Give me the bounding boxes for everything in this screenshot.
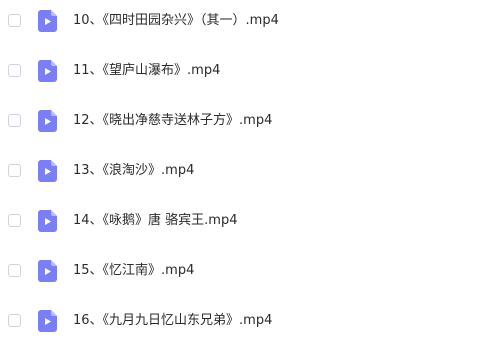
- file-name[interactable]: 10、《四时田园杂兴》（其一）.mp4: [73, 11, 279, 31]
- list-item[interactable]: 16、《九月九日忆山东兄弟》.mp4: [0, 297, 486, 347]
- row-checkbox[interactable]: [8, 314, 21, 327]
- video-file-icon: [38, 210, 57, 232]
- file-name[interactable]: 14、《咏鹅》唐 骆宾王.mp4: [73, 211, 238, 231]
- row-checkbox[interactable]: [8, 114, 21, 127]
- file-name[interactable]: 16、《九月九日忆山东兄弟》.mp4: [73, 311, 272, 331]
- file-name[interactable]: 15、《忆江南》.mp4: [73, 261, 194, 281]
- file-name[interactable]: 11、《望庐山瀑布》.mp4: [73, 61, 220, 81]
- list-item[interactable]: 15、《忆江南》.mp4: [0, 247, 486, 297]
- row-checkbox[interactable]: [8, 214, 21, 227]
- video-file-icon: [38, 310, 57, 332]
- video-file-icon: [38, 160, 57, 182]
- video-file-icon: [38, 110, 57, 132]
- video-file-icon: [38, 60, 57, 82]
- row-checkbox[interactable]: [8, 64, 21, 77]
- row-checkbox[interactable]: [8, 164, 21, 177]
- file-name[interactable]: 13、《浪淘沙》.mp4: [73, 161, 194, 181]
- video-file-icon: [38, 260, 57, 282]
- list-item[interactable]: 13、《浪淘沙》.mp4: [0, 147, 486, 197]
- list-item[interactable]: 14、《咏鹅》唐 骆宾王.mp4: [0, 197, 486, 247]
- file-list: 10、《四时田园杂兴》（其一）.mp4 11、《望庐山瀑布》.mp4 12、《晓…: [0, 0, 486, 347]
- list-item[interactable]: 11、《望庐山瀑布》.mp4: [0, 47, 486, 97]
- row-checkbox[interactable]: [8, 264, 21, 277]
- list-item[interactable]: 12、《晓出净慈寺送林子方》.mp4: [0, 97, 486, 147]
- file-name[interactable]: 12、《晓出净慈寺送林子方》.mp4: [73, 111, 272, 131]
- video-file-icon: [38, 10, 57, 32]
- row-checkbox[interactable]: [8, 14, 21, 27]
- list-item[interactable]: 10、《四时田园杂兴》（其一）.mp4: [0, 0, 486, 47]
